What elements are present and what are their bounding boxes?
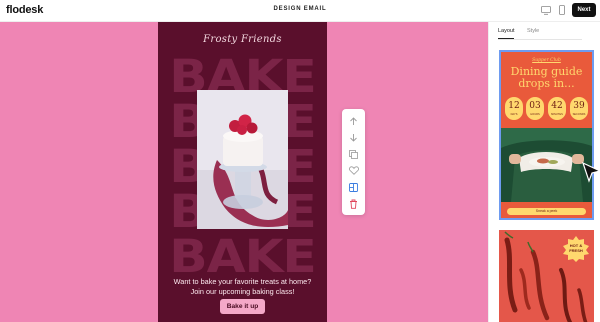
email-preview[interactable]: Frosty Friends BAKE BAKE BAKE BAKE BAKE (158, 22, 327, 322)
layout-panel: Layout Style Supper Club Dining guide dr… (488, 22, 600, 322)
template-headline: Dining guide drops in... (510, 65, 583, 90)
countdown-days: 12 DAYS (505, 97, 523, 120)
move-up-icon[interactable] (347, 115, 360, 128)
page-title: DESIGN EMAIL (273, 6, 327, 12)
delete-icon[interactable] (347, 197, 360, 210)
countdown-seconds: 39 SECONDS (570, 97, 588, 120)
move-down-icon[interactable] (347, 131, 360, 144)
block-toolbar (342, 109, 365, 215)
badge-text: HOT & FRESH (569, 243, 583, 253)
tab-divider (498, 39, 582, 40)
email-script-title: Frosty Friends (203, 34, 282, 45)
layout-icon[interactable] (347, 181, 360, 194)
template-thumbnail-hot-fresh[interactable]: HOT & FRESH (499, 230, 594, 322)
duplicate-icon[interactable] (347, 148, 360, 161)
tab-layout[interactable]: Layout (498, 28, 515, 34)
desktop-preview-icon[interactable] (541, 5, 551, 15)
countdown-hours: 03 HOURS (526, 97, 544, 120)
template-thumbnail-dining-guide[interactable]: Supper Club Dining guide drops in... 12 … (499, 50, 594, 220)
top-bar: flodesk DESIGN EMAIL Next (0, 0, 600, 22)
template-script-title: Supper Club (532, 58, 561, 63)
heart-icon[interactable] (347, 164, 360, 177)
next-button[interactable]: Next (572, 3, 596, 17)
sneak-a-peek-button: Sneak a peek (507, 208, 586, 215)
bake-word: BAKE (169, 230, 317, 283)
dining-photo (501, 128, 592, 202)
pointer-cursor-icon (581, 161, 600, 183)
tab-style[interactable]: Style (527, 28, 539, 34)
bake-it-up-button[interactable]: Bake it up (220, 299, 265, 314)
countdown-minutes: 42 MINUTES (548, 97, 566, 120)
mobile-preview-icon[interactable] (557, 5, 567, 15)
editor-canvas: Frosty Friends BAKE BAKE BAKE BAKE BAKE (0, 22, 488, 322)
email-body-text: Want to bake your favorite treats at hom… (173, 277, 312, 296)
active-tab-indicator (498, 38, 514, 39)
cake-hero-image[interactable] (197, 90, 288, 229)
